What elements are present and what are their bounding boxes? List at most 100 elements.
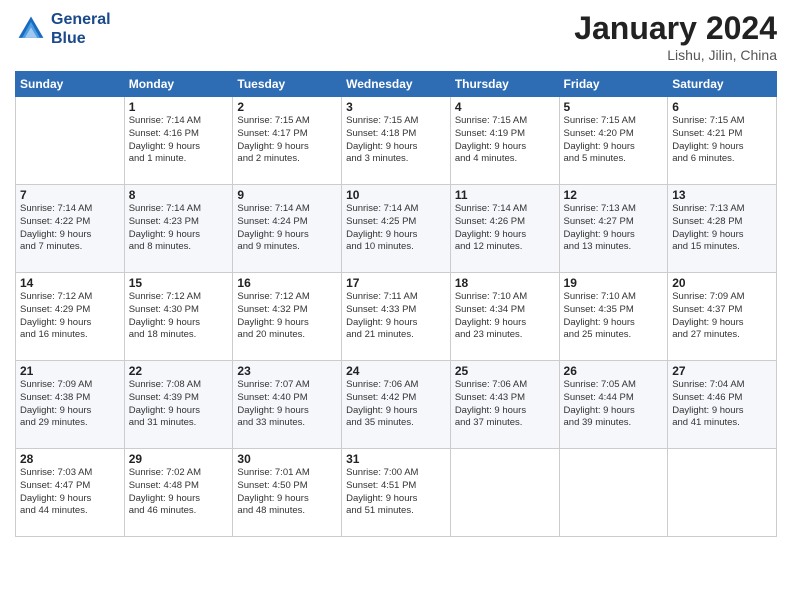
day-number: 6 xyxy=(672,100,772,114)
day-cell: 23Sunrise: 7:07 AMSunset: 4:40 PMDayligh… xyxy=(233,361,342,449)
day-number: 28 xyxy=(20,452,120,466)
day-cell: 25Sunrise: 7:06 AMSunset: 4:43 PMDayligh… xyxy=(450,361,559,449)
logo-text: General Blue xyxy=(51,10,111,48)
day-number: 9 xyxy=(237,188,337,202)
column-header-wednesday: Wednesday xyxy=(342,72,451,97)
day-info: Sunrise: 7:01 AMSunset: 4:50 PMDaylight:… xyxy=(237,467,337,518)
day-info: Sunrise: 7:03 AMSunset: 4:47 PMDaylight:… xyxy=(20,467,120,518)
day-number: 24 xyxy=(346,364,446,378)
day-number: 5 xyxy=(564,100,664,114)
day-info: Sunrise: 7:15 AMSunset: 4:17 PMDaylight:… xyxy=(237,115,337,166)
day-info: Sunrise: 7:04 AMSunset: 4:46 PMDaylight:… xyxy=(672,379,772,430)
day-info: Sunrise: 7:12 AMSunset: 4:29 PMDaylight:… xyxy=(20,291,120,342)
day-info: Sunrise: 7:12 AMSunset: 4:32 PMDaylight:… xyxy=(237,291,337,342)
day-number: 13 xyxy=(672,188,772,202)
day-cell: 24Sunrise: 7:06 AMSunset: 4:42 PMDayligh… xyxy=(342,361,451,449)
day-info: Sunrise: 7:14 AMSunset: 4:24 PMDaylight:… xyxy=(237,203,337,254)
column-header-tuesday: Tuesday xyxy=(233,72,342,97)
column-header-sunday: Sunday xyxy=(16,72,125,97)
week-row-5: 28Sunrise: 7:03 AMSunset: 4:47 PMDayligh… xyxy=(16,449,777,537)
day-cell: 30Sunrise: 7:01 AMSunset: 4:50 PMDayligh… xyxy=(233,449,342,537)
column-header-thursday: Thursday xyxy=(450,72,559,97)
day-number: 8 xyxy=(129,188,229,202)
week-row-1: 1Sunrise: 7:14 AMSunset: 4:16 PMDaylight… xyxy=(16,97,777,185)
day-cell: 19Sunrise: 7:10 AMSunset: 4:35 PMDayligh… xyxy=(559,273,668,361)
subtitle: Lishu, Jilin, China xyxy=(574,47,777,63)
day-cell: 21Sunrise: 7:09 AMSunset: 4:38 PMDayligh… xyxy=(16,361,125,449)
day-number: 30 xyxy=(237,452,337,466)
day-cell: 17Sunrise: 7:11 AMSunset: 4:33 PMDayligh… xyxy=(342,273,451,361)
day-number: 18 xyxy=(455,276,555,290)
day-number: 15 xyxy=(129,276,229,290)
day-number: 10 xyxy=(346,188,446,202)
day-number: 23 xyxy=(237,364,337,378)
day-number: 4 xyxy=(455,100,555,114)
day-cell: 1Sunrise: 7:14 AMSunset: 4:16 PMDaylight… xyxy=(124,97,233,185)
column-headers: SundayMondayTuesdayWednesdayThursdayFrid… xyxy=(16,72,777,97)
day-cell: 4Sunrise: 7:15 AMSunset: 4:19 PMDaylight… xyxy=(450,97,559,185)
day-cell xyxy=(559,449,668,537)
day-info: Sunrise: 7:07 AMSunset: 4:40 PMDaylight:… xyxy=(237,379,337,430)
day-number: 3 xyxy=(346,100,446,114)
title-block: January 2024 Lishu, Jilin, China xyxy=(574,10,777,63)
day-number: 11 xyxy=(455,188,555,202)
day-info: Sunrise: 7:11 AMSunset: 4:33 PMDaylight:… xyxy=(346,291,446,342)
day-info: Sunrise: 7:14 AMSunset: 4:25 PMDaylight:… xyxy=(346,203,446,254)
day-info: Sunrise: 7:08 AMSunset: 4:39 PMDaylight:… xyxy=(129,379,229,430)
week-row-2: 7Sunrise: 7:14 AMSunset: 4:22 PMDaylight… xyxy=(16,185,777,273)
page: General Blue January 2024 Lishu, Jilin, … xyxy=(0,0,792,612)
day-info: Sunrise: 7:14 AMSunset: 4:23 PMDaylight:… xyxy=(129,203,229,254)
day-info: Sunrise: 7:15 AMSunset: 4:21 PMDaylight:… xyxy=(672,115,772,166)
day-info: Sunrise: 7:14 AMSunset: 4:16 PMDaylight:… xyxy=(129,115,229,166)
day-number: 19 xyxy=(564,276,664,290)
day-info: Sunrise: 7:13 AMSunset: 4:28 PMDaylight:… xyxy=(672,203,772,254)
day-cell: 13Sunrise: 7:13 AMSunset: 4:28 PMDayligh… xyxy=(668,185,777,273)
day-info: Sunrise: 7:06 AMSunset: 4:42 PMDaylight:… xyxy=(346,379,446,430)
day-cell: 20Sunrise: 7:09 AMSunset: 4:37 PMDayligh… xyxy=(668,273,777,361)
day-cell: 10Sunrise: 7:14 AMSunset: 4:25 PMDayligh… xyxy=(342,185,451,273)
day-cell: 7Sunrise: 7:14 AMSunset: 4:22 PMDaylight… xyxy=(16,185,125,273)
day-cell: 14Sunrise: 7:12 AMSunset: 4:29 PMDayligh… xyxy=(16,273,125,361)
day-info: Sunrise: 7:06 AMSunset: 4:43 PMDaylight:… xyxy=(455,379,555,430)
day-info: Sunrise: 7:13 AMSunset: 4:27 PMDaylight:… xyxy=(564,203,664,254)
day-cell: 27Sunrise: 7:04 AMSunset: 4:46 PMDayligh… xyxy=(668,361,777,449)
day-cell: 5Sunrise: 7:15 AMSunset: 4:20 PMDaylight… xyxy=(559,97,668,185)
day-cell: 2Sunrise: 7:15 AMSunset: 4:17 PMDaylight… xyxy=(233,97,342,185)
day-cell xyxy=(450,449,559,537)
day-cell: 8Sunrise: 7:14 AMSunset: 4:23 PMDaylight… xyxy=(124,185,233,273)
day-cell: 29Sunrise: 7:02 AMSunset: 4:48 PMDayligh… xyxy=(124,449,233,537)
header: General Blue January 2024 Lishu, Jilin, … xyxy=(15,10,777,63)
main-title: January 2024 xyxy=(574,10,777,47)
day-cell: 9Sunrise: 7:14 AMSunset: 4:24 PMDaylight… xyxy=(233,185,342,273)
day-cell xyxy=(668,449,777,537)
day-number: 20 xyxy=(672,276,772,290)
logo-icon xyxy=(15,13,47,45)
day-number: 31 xyxy=(346,452,446,466)
day-number: 22 xyxy=(129,364,229,378)
day-info: Sunrise: 7:14 AMSunset: 4:22 PMDaylight:… xyxy=(20,203,120,254)
day-number: 1 xyxy=(129,100,229,114)
week-row-3: 14Sunrise: 7:12 AMSunset: 4:29 PMDayligh… xyxy=(16,273,777,361)
day-number: 7 xyxy=(20,188,120,202)
day-info: Sunrise: 7:14 AMSunset: 4:26 PMDaylight:… xyxy=(455,203,555,254)
day-cell xyxy=(16,97,125,185)
day-cell: 31Sunrise: 7:00 AMSunset: 4:51 PMDayligh… xyxy=(342,449,451,537)
day-cell: 12Sunrise: 7:13 AMSunset: 4:27 PMDayligh… xyxy=(559,185,668,273)
day-number: 27 xyxy=(672,364,772,378)
day-info: Sunrise: 7:15 AMSunset: 4:19 PMDaylight:… xyxy=(455,115,555,166)
day-info: Sunrise: 7:10 AMSunset: 4:34 PMDaylight:… xyxy=(455,291,555,342)
day-cell: 16Sunrise: 7:12 AMSunset: 4:32 PMDayligh… xyxy=(233,273,342,361)
day-info: Sunrise: 7:02 AMSunset: 4:48 PMDaylight:… xyxy=(129,467,229,518)
day-cell: 28Sunrise: 7:03 AMSunset: 4:47 PMDayligh… xyxy=(16,449,125,537)
day-number: 12 xyxy=(564,188,664,202)
week-row-4: 21Sunrise: 7:09 AMSunset: 4:38 PMDayligh… xyxy=(16,361,777,449)
day-info: Sunrise: 7:09 AMSunset: 4:38 PMDaylight:… xyxy=(20,379,120,430)
column-header-monday: Monday xyxy=(124,72,233,97)
day-number: 26 xyxy=(564,364,664,378)
day-info: Sunrise: 7:00 AMSunset: 4:51 PMDaylight:… xyxy=(346,467,446,518)
day-cell: 15Sunrise: 7:12 AMSunset: 4:30 PMDayligh… xyxy=(124,273,233,361)
day-info: Sunrise: 7:12 AMSunset: 4:30 PMDaylight:… xyxy=(129,291,229,342)
day-info: Sunrise: 7:09 AMSunset: 4:37 PMDaylight:… xyxy=(672,291,772,342)
day-number: 14 xyxy=(20,276,120,290)
day-number: 2 xyxy=(237,100,337,114)
